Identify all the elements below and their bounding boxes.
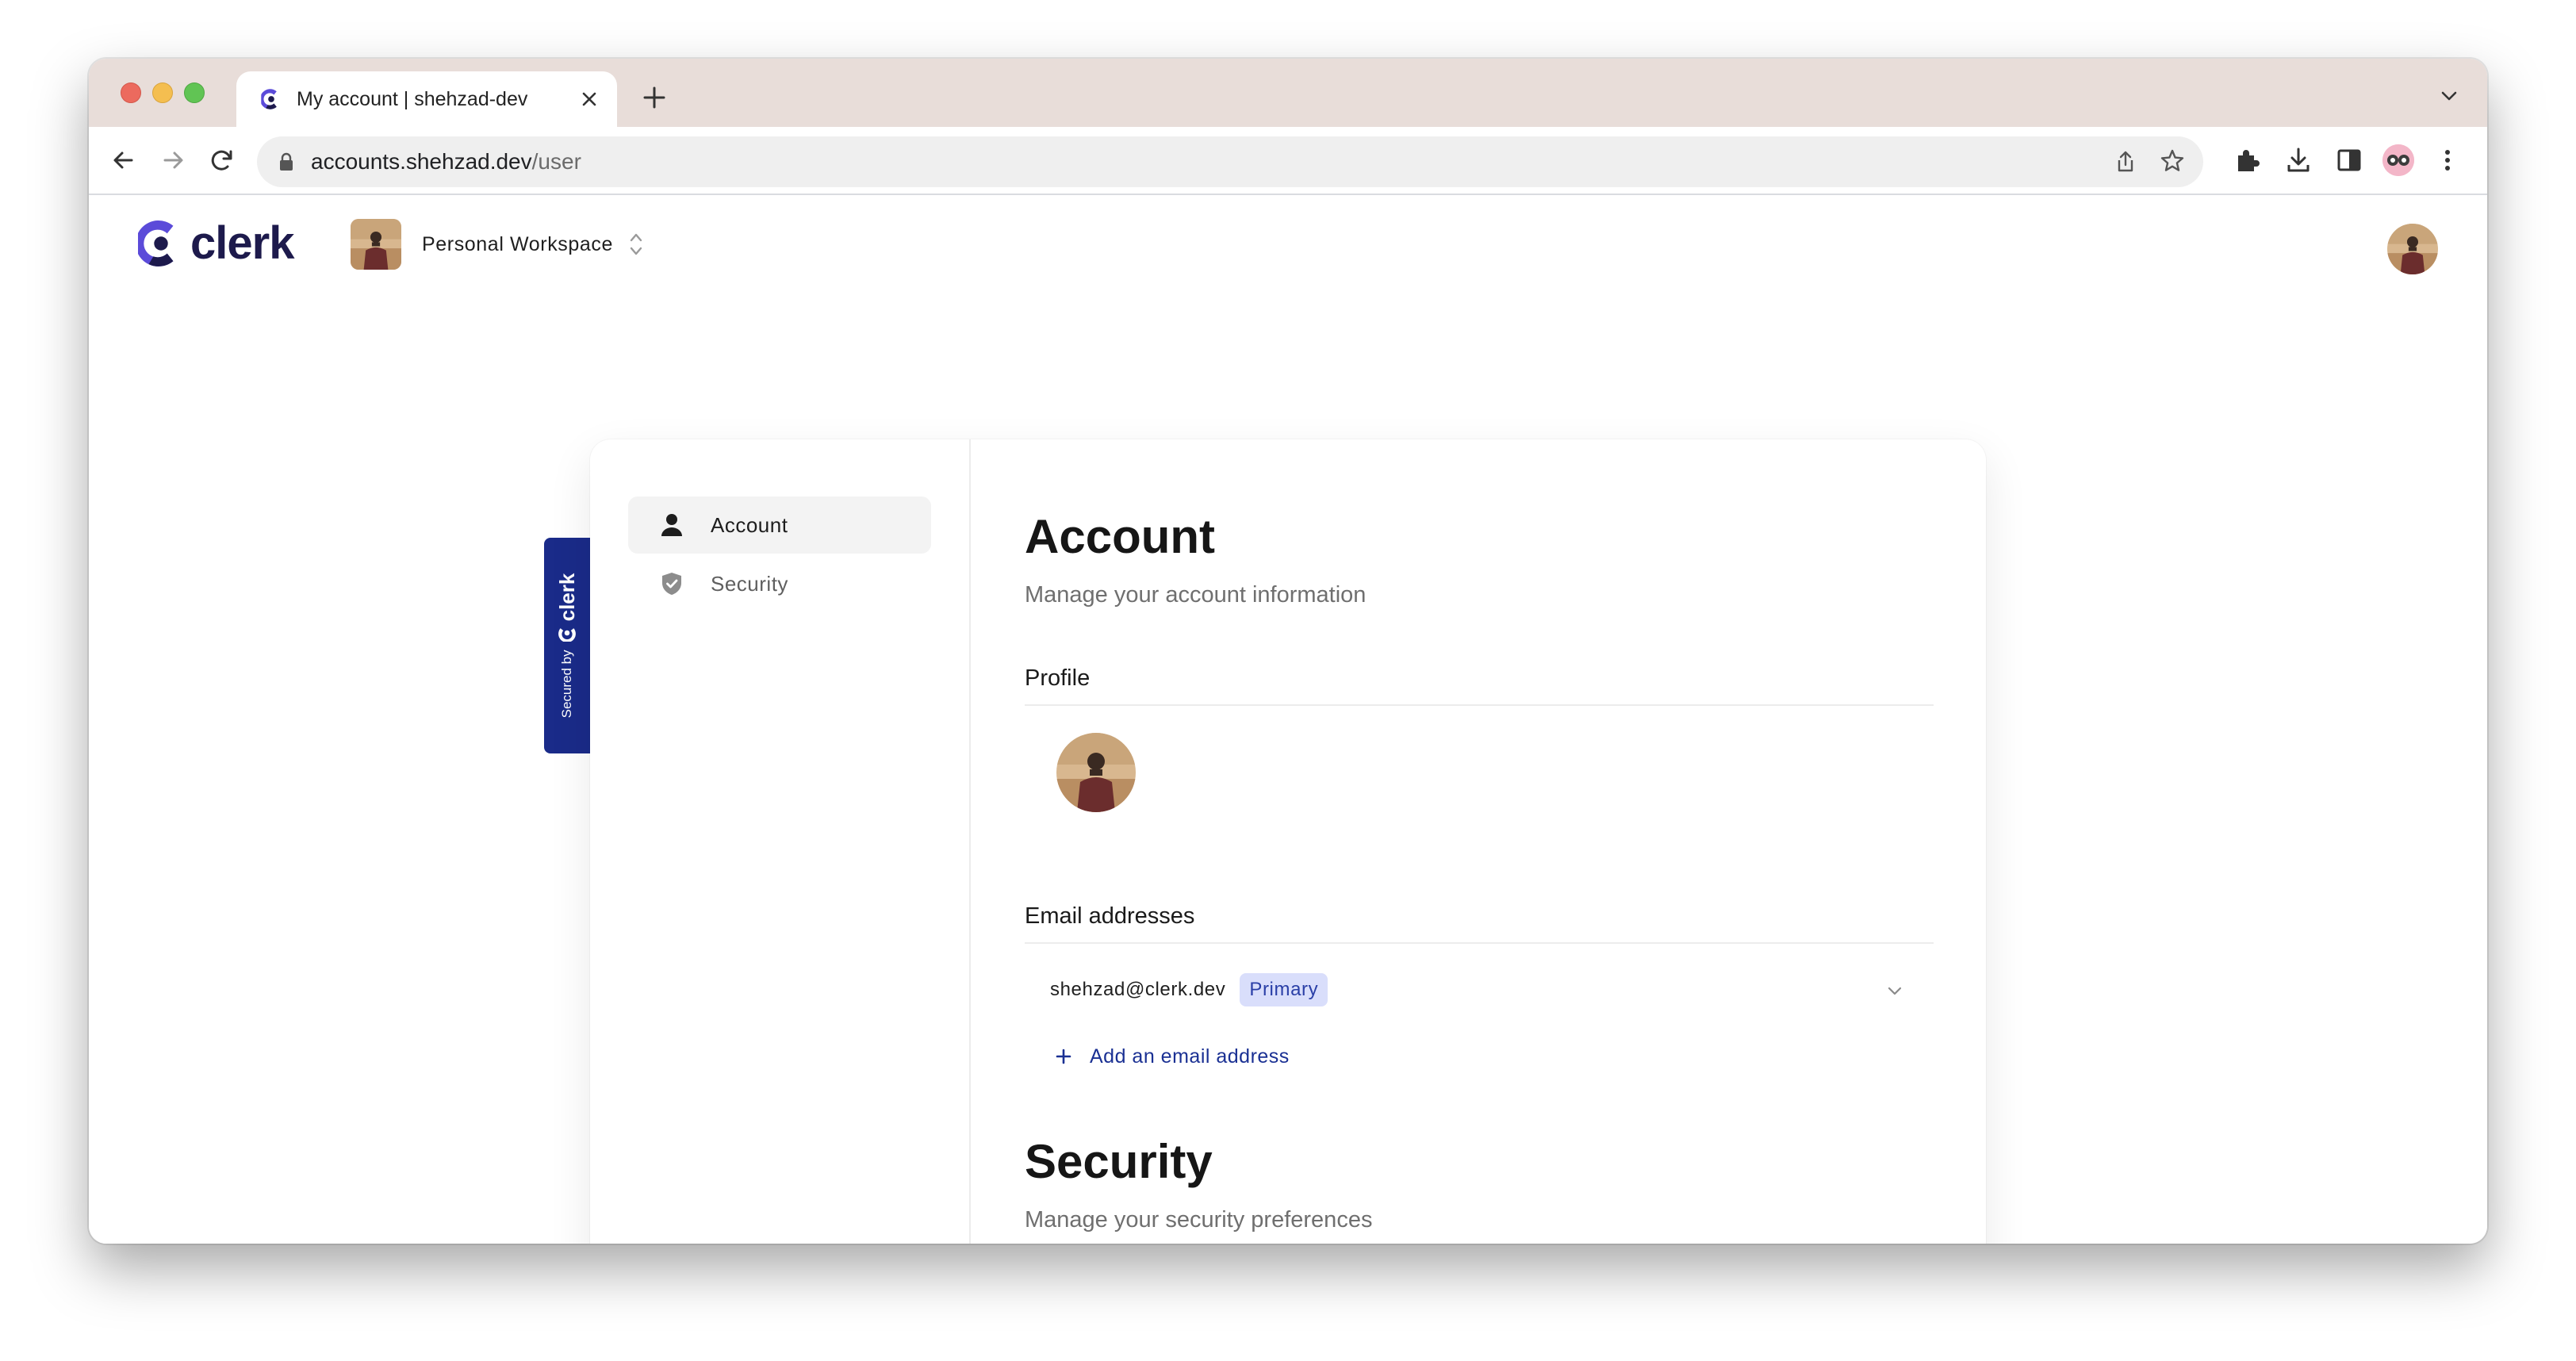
nav-item-account[interactable]: Account (628, 496, 931, 554)
tab-strip: My account | shehzad-dev (89, 59, 2487, 127)
clerk-favicon-icon (260, 88, 282, 110)
clerk-logo[interactable]: clerk (138, 217, 294, 270)
nav-label-security: Security (711, 571, 788, 596)
reload-icon[interactable] (205, 143, 240, 178)
user-avatar-button[interactable] (2387, 224, 2438, 274)
bookmark-star-icon[interactable] (2159, 148, 2186, 174)
account-heading: Account (1025, 510, 1215, 563)
browser-tab[interactable]: My account | shehzad-dev (236, 71, 617, 127)
shield-icon (662, 573, 681, 595)
primary-badge: Primary (1240, 973, 1328, 1006)
forward-arrow-icon[interactable] (155, 143, 190, 178)
profile-navigation: Account Security (590, 439, 971, 1244)
url-path: /user (531, 149, 581, 174)
security-subtitle: Manage your security preferences (1025, 1207, 1373, 1233)
chevron-down-icon[interactable] (1886, 982, 1903, 999)
side-panel-icon[interactable] (2333, 144, 2365, 176)
address-bar[interactable]: accounts.shehzad.dev/user (257, 136, 2203, 187)
new-tab-icon[interactable] (641, 84, 668, 111)
minimize-window-button[interactable] (152, 82, 173, 103)
user-icon (661, 514, 682, 536)
clerk-logo-icon (138, 218, 184, 269)
download-icon[interactable] (2283, 144, 2314, 176)
nav-label-account: Account (711, 512, 788, 537)
workspace-name: Personal Workspace (422, 232, 614, 255)
chevron-up-down-icon (630, 233, 642, 255)
clerk-logo-icon (558, 628, 576, 642)
user-profile-card: Account Security Account Manage your acc… (590, 439, 1986, 1244)
browser-profile-avatar-icon[interactable] (2382, 144, 2414, 176)
profile-avatar[interactable] (1056, 733, 1136, 812)
browser-window: My account | shehzad-dev accounts.shehza… (89, 59, 2487, 1244)
email-address: shehzad@clerk.dev (1050, 979, 1226, 1000)
lock-icon (280, 152, 293, 171)
brand-name: clerk (190, 217, 294, 269)
email-row[interactable]: shehzad@clerk.dev Primary (1025, 968, 1934, 1012)
add-email-button[interactable]: Add an email address (1055, 1041, 1934, 1072)
security-heading: Security (1025, 1135, 1213, 1188)
chevron-down-icon[interactable] (2438, 87, 2460, 105)
browser-toolbar: accounts.shehzad.dev/user (89, 127, 2487, 195)
extensions-puzzle-icon[interactable] (2232, 144, 2264, 176)
secured-brand: clerk (554, 573, 579, 622)
maximize-window-button[interactable] (184, 82, 205, 103)
more-vertical-icon[interactable] (2438, 144, 2457, 176)
close-window-button[interactable] (121, 82, 141, 103)
plus-icon (1056, 1049, 1071, 1064)
account-subtitle: Manage your account information (1025, 582, 1367, 608)
email-section-title: Email addresses (1025, 903, 1934, 944)
secured-badge-content: Secured by clerk (551, 558, 583, 733)
app-header: clerk Personal Workspace (89, 195, 2487, 298)
add-email-label: Add an email address (1090, 1045, 1290, 1068)
back-arrow-icon[interactable] (106, 143, 141, 178)
secured-by-text: Secured by (559, 650, 574, 719)
workspace-avatar (351, 219, 401, 270)
url-host: accounts.shehzad.dev (311, 149, 532, 174)
url-text: accounts.shehzad.dev/user (311, 149, 581, 174)
nav-item-security[interactable]: Security (628, 555, 931, 612)
profile-section-title: Profile (1025, 665, 1934, 706)
secured-by-clerk-badge[interactable]: Secured by clerk (544, 538, 590, 753)
share-icon[interactable] (2113, 149, 2138, 174)
tab-title: My account | shehzad-dev (297, 87, 528, 110)
workspace-switcher[interactable]: Personal Workspace (351, 219, 645, 270)
page-viewport: clerk Personal Workspace Secured by cler… (89, 195, 2487, 1244)
close-tab-icon[interactable] (579, 89, 600, 109)
profile-content: Account Manage your account information … (1025, 511, 1934, 1233)
